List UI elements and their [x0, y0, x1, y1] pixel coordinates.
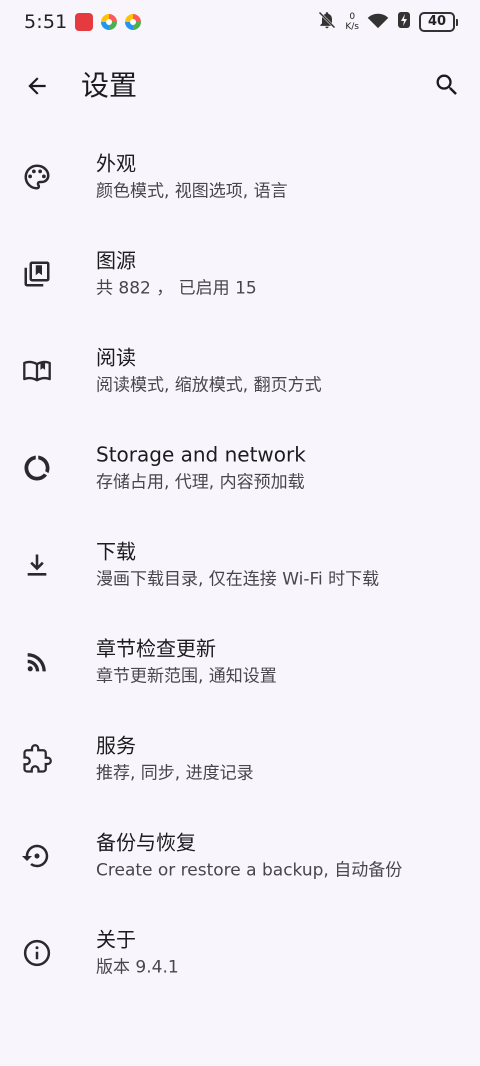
search-icon [436, 74, 457, 95]
setting-appearance[interactable]: 外观 颜色模式, 视图选项, 语言 [0, 128, 480, 225]
setting-sources[interactable]: 图源 共 882 ， 已启用 15 [0, 225, 480, 322]
setting-summary: 漫画下载目录, 仅在连接 Wi-Fi 时下载 [96, 569, 380, 589]
pinwheel-app-icon [101, 14, 118, 30]
setting-title: 章节检查更新 [96, 636, 216, 660]
setting-summary: Create or restore a backup, 自动备份 [96, 860, 403, 880]
net-speed-value: 0 [349, 12, 356, 22]
status-right: 0 K/s 40 [317, 10, 458, 34]
setting-text: 外观 颜色模式, 视图选项, 语言 [96, 150, 288, 203]
battery-tip [456, 18, 458, 26]
storage-circle-icon [22, 453, 52, 483]
setting-storage-network[interactable]: Storage and network 存储占用, 代理, 内容预加载 [0, 419, 480, 516]
page-title: 设置 [81, 69, 138, 102]
setting-text: 阅读 阅读模式, 缩放模式, 翻页方式 [96, 344, 322, 397]
setting-backup[interactable]: 备份与恢复 Create or restore a backup, 自动备份 [0, 807, 480, 904]
library-icon [22, 259, 52, 289]
setting-title: 阅读 [96, 345, 136, 369]
setting-text: 章节检查更新 章节更新范围, 通知设置 [96, 635, 277, 688]
back-button[interactable] [13, 62, 61, 110]
palette-icon [22, 162, 52, 192]
setting-update-check[interactable]: 章节检查更新 章节更新范围, 通知设置 [0, 613, 480, 710]
backup-restore-icon [22, 841, 52, 871]
setting-text: 关于 版本 9.4.1 [96, 926, 179, 979]
setting-title: 备份与恢复 [96, 830, 196, 854]
status-left: 5:51 [24, 11, 142, 33]
download-icon [22, 550, 52, 580]
setting-reader[interactable]: 阅读 阅读模式, 缩放模式, 翻页方式 [0, 322, 480, 419]
setting-title: 服务 [96, 733, 136, 757]
net-speed: 0 K/s [345, 12, 359, 32]
battery-level: 40 [419, 12, 455, 32]
setting-summary: 颜色模式, 视图选项, 语言 [96, 181, 288, 201]
setting-text: 下载 漫画下载目录, 仅在连接 Wi-Fi 时下载 [96, 538, 379, 591]
book-open-icon [22, 356, 52, 386]
setting-summary: 版本 9.4.1 [96, 957, 179, 977]
setting-text: 服务 推荐, 同步, 进度记录 [96, 732, 254, 785]
search-button[interactable] [423, 61, 471, 109]
setting-text: 备份与恢复 Create or restore a backup, 自动备份 [96, 829, 402, 882]
arrow-back-icon [28, 77, 46, 95]
status-time: 5:51 [24, 11, 68, 33]
rss-feed-icon [22, 647, 52, 677]
setting-summary: 共 882 ， 已启用 15 [96, 278, 257, 298]
app-icon-red [75, 13, 94, 31]
setting-title: 关于 [96, 927, 136, 951]
notifications-off-icon [317, 10, 337, 34]
status-bar: 5:51 0 K/s 40 [0, 0, 480, 44]
charging-icon [397, 11, 411, 33]
setting-title: 图源 [96, 248, 136, 272]
setting-title: Storage and network [96, 442, 306, 466]
extension-puzzle-icon [22, 743, 52, 774]
pinwheel-app-icon [125, 14, 142, 30]
setting-summary: 存储占用, 代理, 内容预加载 [96, 472, 305, 492]
setting-summary: 阅读模式, 缩放模式, 翻页方式 [96, 375, 322, 395]
setting-title: 下载 [96, 539, 136, 563]
wifi-icon [367, 11, 389, 33]
setting-title: 外观 [96, 151, 136, 175]
battery-indicator: 40 [419, 12, 458, 32]
net-speed-unit: K/s [345, 22, 359, 32]
info-icon [22, 938, 52, 968]
top-app-bar: 设置 [0, 44, 480, 128]
setting-about[interactable]: 关于 版本 9.4.1 [0, 904, 480, 1001]
setting-summary: 推荐, 同步, 进度记录 [96, 763, 254, 783]
setting-text: Storage and network 存储占用, 代理, 内容预加载 [96, 441, 306, 494]
setting-text: 图源 共 882 ， 已启用 15 [96, 247, 257, 300]
setting-summary: 章节更新范围, 通知设置 [96, 666, 277, 686]
setting-services[interactable]: 服务 推荐, 同步, 进度记录 [0, 710, 480, 807]
setting-download[interactable]: 下载 漫画下载目录, 仅在连接 Wi-Fi 时下载 [0, 516, 480, 613]
settings-list: 外观 颜色模式, 视图选项, 语言 图源 共 882 ， 已启用 15 阅读 阅… [0, 128, 480, 1001]
